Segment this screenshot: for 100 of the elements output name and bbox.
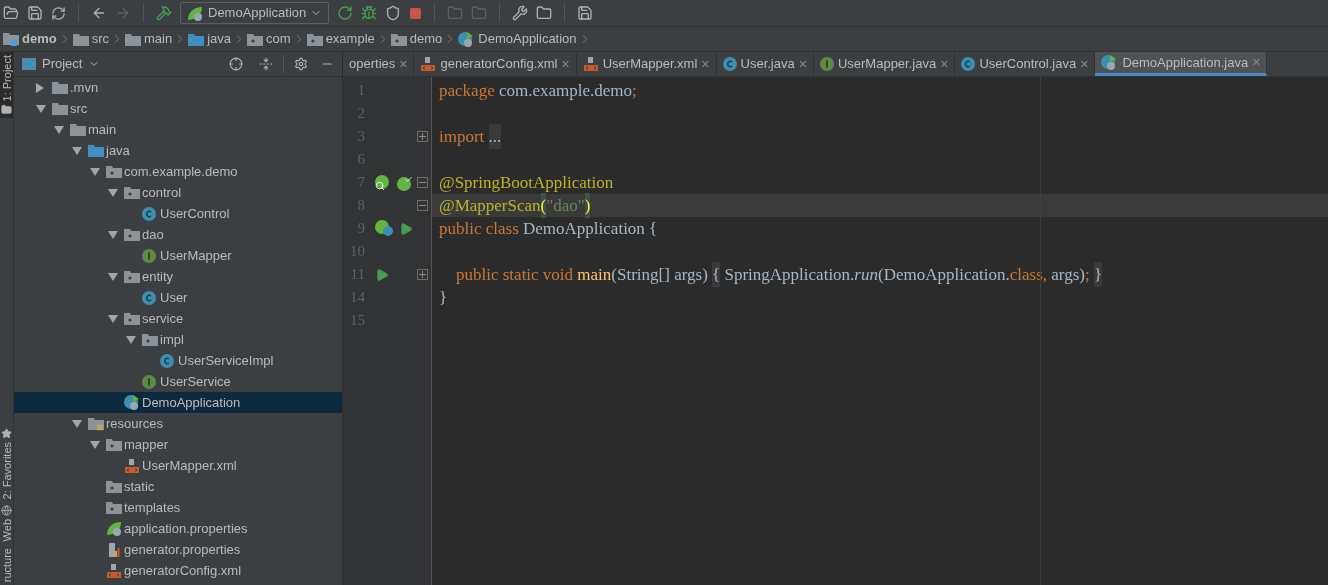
tree-item[interactable]: control: [14, 182, 342, 203]
tree-item[interactable]: static: [14, 476, 342, 497]
editor-tab[interactable]: User.java ×: [716, 52, 814, 76]
collapse-fold-icon[interactable]: [417, 200, 428, 211]
code-line: import ...: [432, 125, 1328, 148]
tree-item[interactable]: service: [14, 308, 342, 329]
expanded-arrow-icon[interactable]: [72, 146, 82, 155]
tree-item[interactable]: entity: [14, 266, 342, 287]
tree-item-label: UserMapper.xml: [142, 456, 237, 475]
tree-item[interactable]: generatorConfig.xml: [14, 560, 342, 581]
expand-fold-icon[interactable]: [417, 131, 428, 142]
rerun-icon[interactable]: [337, 5, 354, 21]
tree-item-label: generator.properties: [124, 540, 241, 559]
tree-item[interactable]: UserServiceImpl: [14, 350, 342, 371]
tool-window-tab[interactable]: Web: [0, 502, 13, 545]
interface-icon: [142, 248, 156, 263]
tree-item[interactable]: com.example.demo: [14, 161, 342, 182]
stop-icon[interactable]: [409, 6, 423, 20]
expanded-arrow-icon[interactable]: [72, 419, 82, 428]
tree-item[interactable]: UserMapper.xml: [14, 455, 342, 476]
editor-tab[interactable]: DemoApplication.java ×: [1095, 52, 1268, 76]
package-folder-icon: [306, 32, 323, 46]
breadcrumb-item[interactable]: src: [91, 29, 109, 49]
expanded-arrow-icon[interactable]: [90, 440, 100, 449]
tree-item[interactable]: User: [14, 287, 342, 308]
tree-item[interactable]: DemoApplication: [14, 392, 342, 413]
collapse-fold-icon[interactable]: [417, 177, 428, 188]
breadcrumb-item[interactable]: main: [144, 29, 173, 49]
breadcrumb-item[interactable]: com: [266, 29, 291, 49]
bean-search-icon[interactable]: [375, 174, 391, 191]
run-icon[interactable]: [375, 267, 389, 282]
run-icon[interactable]: [399, 221, 413, 236]
expanded-arrow-icon[interactable]: [108, 272, 118, 281]
tool-window-tab[interactable]: 1: Project: [0, 52, 13, 119]
tree-item[interactable]: generator.properties: [14, 539, 342, 560]
xml-file-icon: [124, 457, 140, 474]
tree-item-label: service: [142, 309, 184, 328]
tree-item[interactable]: templates: [14, 497, 342, 518]
project-icon: [22, 58, 36, 70]
collapsed-arrow-icon[interactable]: [36, 82, 44, 93]
expanded-arrow-icon[interactable]: [108, 314, 118, 323]
open-icon[interactable]: [3, 5, 19, 21]
package-folder-icon: [124, 228, 140, 241]
expanded-arrow-icon[interactable]: [108, 188, 118, 197]
editor-tab[interactable]: generatorConfig.xml ×: [414, 52, 577, 76]
tree-item[interactable]: src: [14, 98, 342, 119]
editor-tab[interactable]: UserMapper.java ×: [813, 52, 956, 76]
tool-window-tab[interactable]: 2: Favorites: [0, 424, 13, 503]
coverage-icon[interactable]: [385, 5, 402, 21]
package-folder-icon: [247, 32, 264, 46]
run-config-dropdown[interactable]: DemoApplication: [180, 2, 330, 24]
close-icon[interactable]: ×: [399, 53, 408, 75]
expand-fold-icon[interactable]: [417, 269, 428, 280]
tree-item[interactable]: mapper: [14, 434, 342, 455]
panel-title[interactable]: Project: [42, 54, 83, 74]
tree-item[interactable]: UserService: [14, 371, 342, 392]
expanded-arrow-icon[interactable]: [126, 335, 136, 344]
collapse-icon[interactable]: [259, 57, 273, 71]
breadcrumb-item[interactable]: java: [207, 29, 232, 49]
close-icon[interactable]: ×: [1080, 53, 1089, 75]
tree-item[interactable]: .mvn: [14, 77, 342, 98]
tree-item[interactable]: application.properties: [14, 518, 342, 539]
debug-icon[interactable]: [361, 5, 378, 21]
expanded-arrow-icon[interactable]: [36, 104, 46, 113]
expanded-arrow-icon[interactable]: [90, 167, 100, 176]
expanded-arrow-icon[interactable]: [108, 230, 118, 239]
locate-icon[interactable]: [229, 57, 243, 71]
tree-item-label: .mvn: [70, 78, 99, 97]
tree-item-label: UserService: [160, 372, 231, 391]
close-icon[interactable]: ×: [798, 53, 807, 75]
close-icon[interactable]: ×: [940, 53, 949, 75]
settings-icon[interactable]: [512, 5, 529, 21]
tree-item[interactable]: UserMapper: [14, 245, 342, 266]
breadcrumb-item[interactable]: demo: [409, 29, 443, 49]
code-line: public static void main(String[] args) { SpringApplication.run(DemoApplication.class, args); }: [432, 263, 1328, 286]
tree-item[interactable]: main: [14, 119, 342, 140]
close-icon[interactable]: ×: [561, 53, 570, 75]
close-icon[interactable]: ×: [701, 53, 710, 75]
tree-item[interactable]: impl: [14, 329, 342, 350]
tree-item[interactable]: dao: [14, 224, 342, 245]
tree-item[interactable]: UserControl: [14, 203, 342, 224]
breadcrumb-item[interactable]: example: [325, 29, 375, 49]
tool-window-tab[interactable]: ructure: [0, 544, 13, 585]
bean-class-icon[interactable]: [375, 219, 393, 238]
tree-item[interactable]: java: [14, 140, 342, 161]
expanded-arrow-icon[interactable]: [54, 125, 64, 134]
save-icon[interactable]: [27, 5, 43, 21]
tree-item[interactable]: resources: [14, 413, 342, 434]
editor-tab[interactable]: UserMapper.xml ×: [576, 52, 717, 76]
sync-icon[interactable]: [51, 5, 66, 21]
tree-item-label: UserMapper: [160, 246, 232, 265]
tree-item-label: control: [142, 183, 182, 202]
back-icon[interactable]: [91, 5, 107, 21]
bean-check-icon[interactable]: [397, 174, 413, 191]
settings-icon[interactable]: [294, 57, 308, 71]
breadcrumb-item[interactable]: DemoApplication: [478, 29, 577, 49]
xml-file-icon: [106, 562, 122, 579]
breadcrumb-item[interactable]: demo: [22, 29, 57, 49]
hammer-icon[interactable]: [156, 5, 172, 21]
editor-tab[interactable]: operties ×: [343, 52, 415, 76]
